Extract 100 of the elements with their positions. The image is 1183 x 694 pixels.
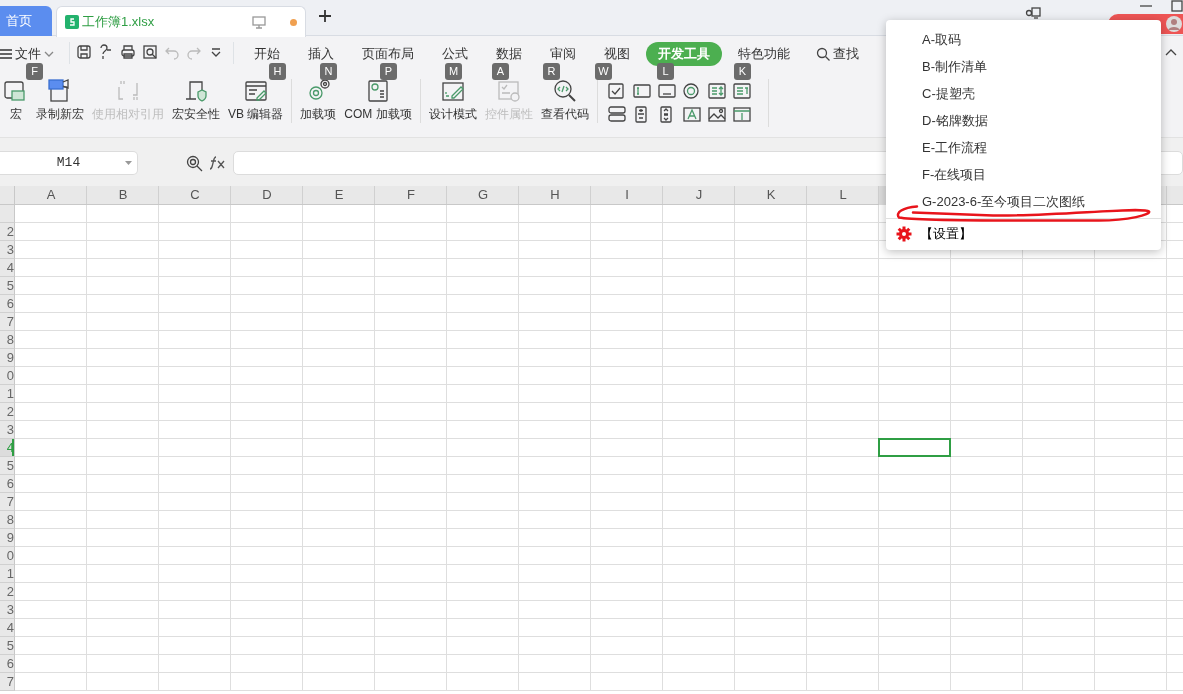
column-header[interactable]: E [303, 186, 375, 205]
combo-box-icon [732, 83, 751, 100]
row-header[interactable]: 3 [0, 601, 15, 619]
column-header[interactable]: C [159, 186, 231, 205]
column-header[interactable]: K [735, 186, 807, 205]
menu-item[interactable]: D-铭牌数据 [886, 107, 1161, 134]
ribbon-tab[interactable]: 视图 [592, 42, 642, 66]
text-label-icon [682, 106, 701, 123]
row-header[interactable]: 6 [0, 655, 15, 673]
column-header[interactable]: B [87, 186, 159, 205]
ribbon-button[interactable]: COM 加载项 [340, 79, 416, 123]
relative-reference-icon [116, 79, 140, 103]
key-tip: K [734, 63, 751, 80]
row-header[interactable]: 7 [0, 313, 15, 331]
key-tip: W [595, 63, 612, 80]
document-tab[interactable]: 工作簿1.xlsx [56, 6, 306, 37]
column-header[interactable]: F [375, 186, 447, 205]
ribbon-button[interactable]: 宏 [0, 79, 32, 123]
row-header[interactable]: 7 [0, 493, 15, 511]
ribbon-tab[interactable]: 开始 [242, 42, 292, 66]
menu-item[interactable]: C-提塑壳 [886, 80, 1161, 107]
print-preview-button[interactable] [142, 42, 158, 60]
row-header[interactable]: 4 [0, 619, 15, 637]
control-properties-icon [496, 79, 521, 103]
search-button[interactable]: 查找 [804, 42, 871, 66]
collapse-icon [1165, 47, 1177, 56]
menu-item[interactable]: G-2023-6-至今项目二次图纸 [886, 188, 1161, 215]
zoom-icon [186, 154, 203, 172]
column-header[interactable]: I [591, 186, 663, 205]
row-header[interactable]: 2 [0, 403, 15, 421]
row-header[interactable]: 9 [0, 349, 15, 367]
key-tip: P [380, 63, 397, 80]
key-tip: H [269, 63, 286, 80]
ribbon-tab[interactable]: 公式 [430, 42, 480, 66]
tab-label: 工作簿1.xlsx [82, 13, 155, 32]
row-header[interactable]: 8 [0, 511, 15, 529]
menu-item[interactable]: A-取码 [886, 26, 1161, 53]
key-tip: N [320, 63, 337, 80]
ribbon-tab[interactable]: 特色功能 [726, 42, 802, 66]
column-header[interactable]: L [807, 186, 879, 205]
row-header[interactable]: 5 [0, 457, 15, 475]
print-button[interactable] [120, 42, 136, 60]
gear-icon [306, 79, 331, 103]
row-header[interactable]: 3 [0, 241, 15, 259]
row-header[interactable]: 5 [0, 637, 15, 655]
spreadsheet-icon [65, 15, 79, 29]
chevron-icon [44, 50, 54, 57]
row-header[interactable]: 8 [0, 331, 15, 349]
ribbon-button[interactable]: 录制新宏 [32, 79, 88, 123]
settings-menu-item[interactable]: 【设置】 [886, 222, 982, 246]
row-header[interactable]: 0 [0, 367, 15, 385]
monitor-icon [252, 15, 266, 29]
column-header[interactable]: G [447, 186, 519, 205]
macro-icon [4, 79, 28, 103]
selected-cell[interactable] [878, 438, 951, 457]
ribbon-button[interactable]: 加载项 [296, 79, 341, 123]
key-tip: F [26, 63, 43, 80]
row-header[interactable]: 4 [0, 259, 15, 277]
row-header[interactable]: 6 [0, 475, 15, 493]
search-icon [816, 46, 830, 61]
cell-reference: M14 [56, 154, 81, 173]
ribbon-button[interactable]: 设计模式 [424, 79, 481, 123]
design-mode-icon [440, 79, 465, 103]
row-header[interactable]: 3 [0, 421, 15, 439]
row-header[interactable]: 9 [0, 529, 15, 547]
ribbon-tab[interactable]: 数据 [484, 42, 534, 66]
row-header[interactable]: 0 [0, 547, 15, 565]
row-header[interactable]: 1 [0, 385, 15, 403]
menu-item[interactable]: F-在线项目 [886, 161, 1161, 188]
row-header[interactable]: 2 [0, 223, 15, 241]
ribbon-tab[interactable]: 插入 [296, 42, 346, 66]
ribbon-button[interactable]: VB 编辑器 [224, 79, 288, 123]
home-tab[interactable]: 首页 [0, 6, 52, 36]
ribbon-button[interactable]: 查看代码 [536, 79, 593, 123]
file-menu[interactable]: 文件 [0, 42, 66, 66]
editor-icon [243, 79, 268, 103]
image-icon [707, 106, 726, 123]
avatar-icon [1165, 15, 1183, 33]
text-box-icon [632, 83, 651, 100]
column-header[interactable]: D [231, 186, 303, 205]
menu-item[interactable]: E-工作流程 [886, 134, 1161, 161]
column-header[interactable]: J [663, 186, 735, 205]
component-gear-icon [366, 79, 390, 103]
name-box[interactable]: M14 [0, 151, 138, 175]
menu-item[interactable]: B-制作清单 [886, 53, 1161, 80]
row-header[interactable]: 7 [0, 673, 15, 691]
ribbon-button[interactable]: 宏安全性 [168, 79, 224, 123]
ribbon-tab[interactable]: 审阅 [538, 42, 588, 66]
row-header[interactable]: 1 [0, 565, 15, 583]
row-header[interactable]: 6 [0, 295, 15, 313]
column-header[interactable]: A [15, 186, 87, 205]
row-header[interactable]: 5 [0, 277, 15, 295]
column-header[interactable]: H [519, 186, 591, 205]
key-tip: R [543, 63, 560, 80]
row-header[interactable]: 2 [0, 583, 15, 601]
print-preview-icon [142, 43, 158, 60]
shield-document-icon [184, 79, 208, 103]
save-button[interactable] [76, 42, 92, 60]
ribbon-tab[interactable]: 页面布局 [350, 42, 426, 66]
dropdown-icon [125, 161, 132, 166]
